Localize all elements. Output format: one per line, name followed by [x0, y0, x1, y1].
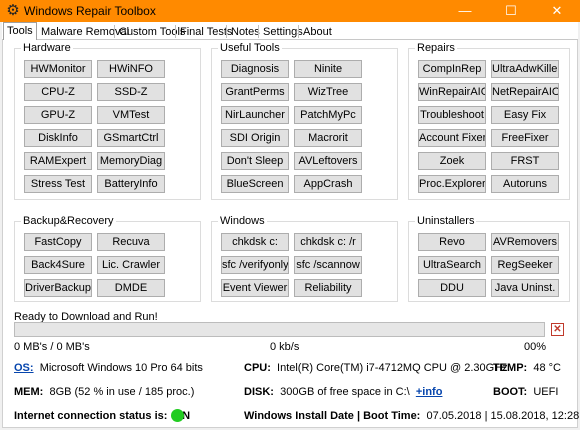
diskinfo-button[interactable]: DiskInfo	[24, 129, 92, 147]
batteryinfo-button[interactable]: BatteryInfo	[97, 175, 165, 193]
download-size: 0 MB's / 0 MB's	[14, 341, 90, 353]
cancel-download-button[interactable]: ✕	[551, 323, 564, 336]
reliability-button[interactable]: Reliability	[294, 279, 362, 297]
appcrash-button[interactable]: AppCrash	[294, 175, 362, 193]
winrepairaio-button[interactable]: WinRepairAIO	[418, 83, 486, 101]
fastcopy-button[interactable]: FastCopy	[24, 233, 92, 251]
window-title: Windows Repair Toolbox	[24, 4, 156, 18]
avleftovers-button[interactable]: AVLeftovers	[294, 152, 362, 170]
gsmartctrl-button[interactable]: GSmartCtrl	[97, 129, 165, 147]
avremovers-button[interactable]: AVRemovers	[491, 233, 559, 251]
back4sure-button[interactable]: Back4Sure	[24, 256, 92, 274]
autoruns-button[interactable]: Autoruns	[491, 175, 559, 193]
group-label: Repairs	[415, 42, 457, 54]
os-info: OS: Microsoft Windows 10 Pro 64 bits	[14, 362, 203, 374]
memorydiag-button[interactable]: MemoryDiag	[97, 152, 165, 170]
proc-explorer-button[interactable]: Proc.Explorer	[418, 175, 486, 193]
boot-label: BOOT:	[493, 386, 528, 398]
ssdz-button[interactable]: SSD-Z	[97, 83, 165, 101]
gear-icon: ⚙	[6, 2, 20, 19]
cpu-info: CPU: Intel(R) Core(TM) i7-4712MQ CPU @ 2…	[244, 362, 508, 374]
os-value: Microsoft Windows 10 Pro 64 bits	[39, 362, 203, 374]
lic-crawler-button[interactable]: Lic. Crawler	[97, 256, 165, 274]
ramexpert-button[interactable]: RAMExpert	[24, 152, 92, 170]
revo-button[interactable]: Revo	[418, 233, 486, 251]
patchmypc-button[interactable]: PatchMyPc	[294, 106, 362, 124]
easy-fix-button[interactable]: Easy Fix	[491, 106, 559, 124]
sfc-scannow-button[interactable]: sfc /scannow	[294, 256, 362, 274]
dmde-button[interactable]: DMDE	[97, 279, 165, 297]
temp-info: TEMP: 48 °C	[493, 362, 561, 374]
group-label: Backup&Recovery	[21, 215, 116, 227]
java-uninst-button[interactable]: Java Uninst.	[491, 279, 559, 297]
download-progress-bar	[14, 322, 545, 337]
cpu-label: CPU:	[244, 362, 271, 374]
ninite-button[interactable]: Ninite	[294, 60, 362, 78]
frst-button[interactable]: FRST	[491, 152, 559, 170]
chkdsk-button[interactable]: chkdsk c:	[221, 233, 289, 251]
temp-value: 48 °C	[533, 362, 561, 374]
title-bar: ⚙ Windows Repair Toolbox — ☐ ✕	[0, 0, 580, 22]
os-link[interactable]: OS:	[14, 362, 34, 374]
vmtest-button[interactable]: VMTest	[97, 106, 165, 124]
bluescreen-button[interactable]: BlueScreen	[221, 175, 289, 193]
status-on-icon	[171, 409, 184, 422]
dont-sleep-button[interactable]: Don't Sleep	[221, 152, 289, 170]
boot-value: UEFI	[533, 386, 559, 398]
minimize-button[interactable]: —	[442, 0, 488, 22]
sfc-verifyonly-button[interactable]: sfc /verifyonly	[221, 256, 289, 274]
ultrasearch-button[interactable]: UltraSearch	[418, 256, 486, 274]
diagnosis-button[interactable]: Diagnosis	[221, 60, 289, 78]
recuva-button[interactable]: Recuva	[97, 233, 165, 251]
internet-status: Internet connection status is: ON	[14, 410, 190, 422]
freefixer-button[interactable]: FreeFixer	[491, 129, 559, 147]
netrepairaio-button[interactable]: NetRepairAIO	[491, 83, 559, 101]
nirlauncher-button[interactable]: NirLauncher	[221, 106, 289, 124]
wiztree-button[interactable]: WizTree	[294, 83, 362, 101]
download-speed: 0 kb/s	[270, 341, 300, 353]
regseeker-button[interactable]: RegSeeker	[491, 256, 559, 274]
install-info: Windows Install Date | Boot Time: 07.05.…	[244, 410, 579, 422]
group-label: Hardware	[21, 42, 73, 54]
chkdsk-r-button[interactable]: chkdsk c: /r	[294, 233, 362, 251]
sdi-origin-button[interactable]: SDI Origin	[221, 129, 289, 147]
ddu-button[interactable]: DDU	[418, 279, 486, 297]
zoek-button[interactable]: Zoek	[418, 152, 486, 170]
cpuz-button[interactable]: CPU-Z	[24, 83, 92, 101]
tab-about[interactable]: About	[299, 24, 336, 40]
close-button[interactable]: ✕	[534, 0, 580, 22]
disk-info: DISK: 300GB of free space in C:\ +info	[244, 386, 442, 398]
macrorit-button[interactable]: Macrorit	[294, 129, 362, 147]
hwmonitor-button[interactable]: HWMonitor	[24, 60, 92, 78]
disk-more-info-link[interactable]: +info	[416, 386, 443, 398]
tab-bar: Tools Malware Removal Custom Tools Final…	[2, 22, 578, 40]
troubleshoot-button[interactable]: Troubleshoot	[418, 106, 486, 124]
mem-label: MEM:	[14, 386, 44, 398]
group-label: Useful Tools	[218, 42, 282, 54]
boot-info: BOOT: UEFI	[493, 386, 558, 398]
disk-value: 300GB of free space in C:\	[280, 386, 410, 398]
grantperms-button[interactable]: GrantPerms	[221, 83, 289, 101]
download-percent: 00%	[524, 341, 547, 353]
group-label: Uninstallers	[415, 215, 477, 227]
install-value: 07.05.2018 | 15.08.2018, 12:28	[426, 410, 580, 422]
internet-status-label: Internet connection status is:	[14, 410, 168, 422]
temp-label: TEMP:	[493, 362, 528, 374]
ultraadwkiller-button[interactable]: UltraAdwKiller	[491, 60, 559, 78]
cpu-value: Intel(R) Core(TM) i7-4712MQ CPU @ 2.30GH…	[277, 362, 508, 374]
driverbackup-button[interactable]: DriverBackup	[24, 279, 92, 297]
stress-test-button[interactable]: Stress Test	[24, 175, 92, 193]
compinrep-button[interactable]: CompInRep	[418, 60, 486, 78]
tab-tools[interactable]: Tools	[3, 22, 37, 40]
disk-label: DISK:	[244, 386, 274, 398]
account-fixer-button[interactable]: Account Fixer	[418, 129, 486, 147]
hwinfo-button[interactable]: HWiNFO	[97, 60, 165, 78]
group-label: Windows	[218, 215, 267, 227]
maximize-button[interactable]: ☐	[488, 0, 534, 22]
event-viewer-button[interactable]: Event Viewer	[221, 279, 289, 297]
mem-value: 8GB (52 % in use / 185 proc.)	[49, 386, 195, 398]
gpuz-button[interactable]: GPU-Z	[24, 106, 92, 124]
install-label: Windows Install Date | Boot Time:	[244, 410, 421, 422]
mem-info: MEM: 8GB (52 % in use / 185 proc.)	[14, 386, 194, 398]
